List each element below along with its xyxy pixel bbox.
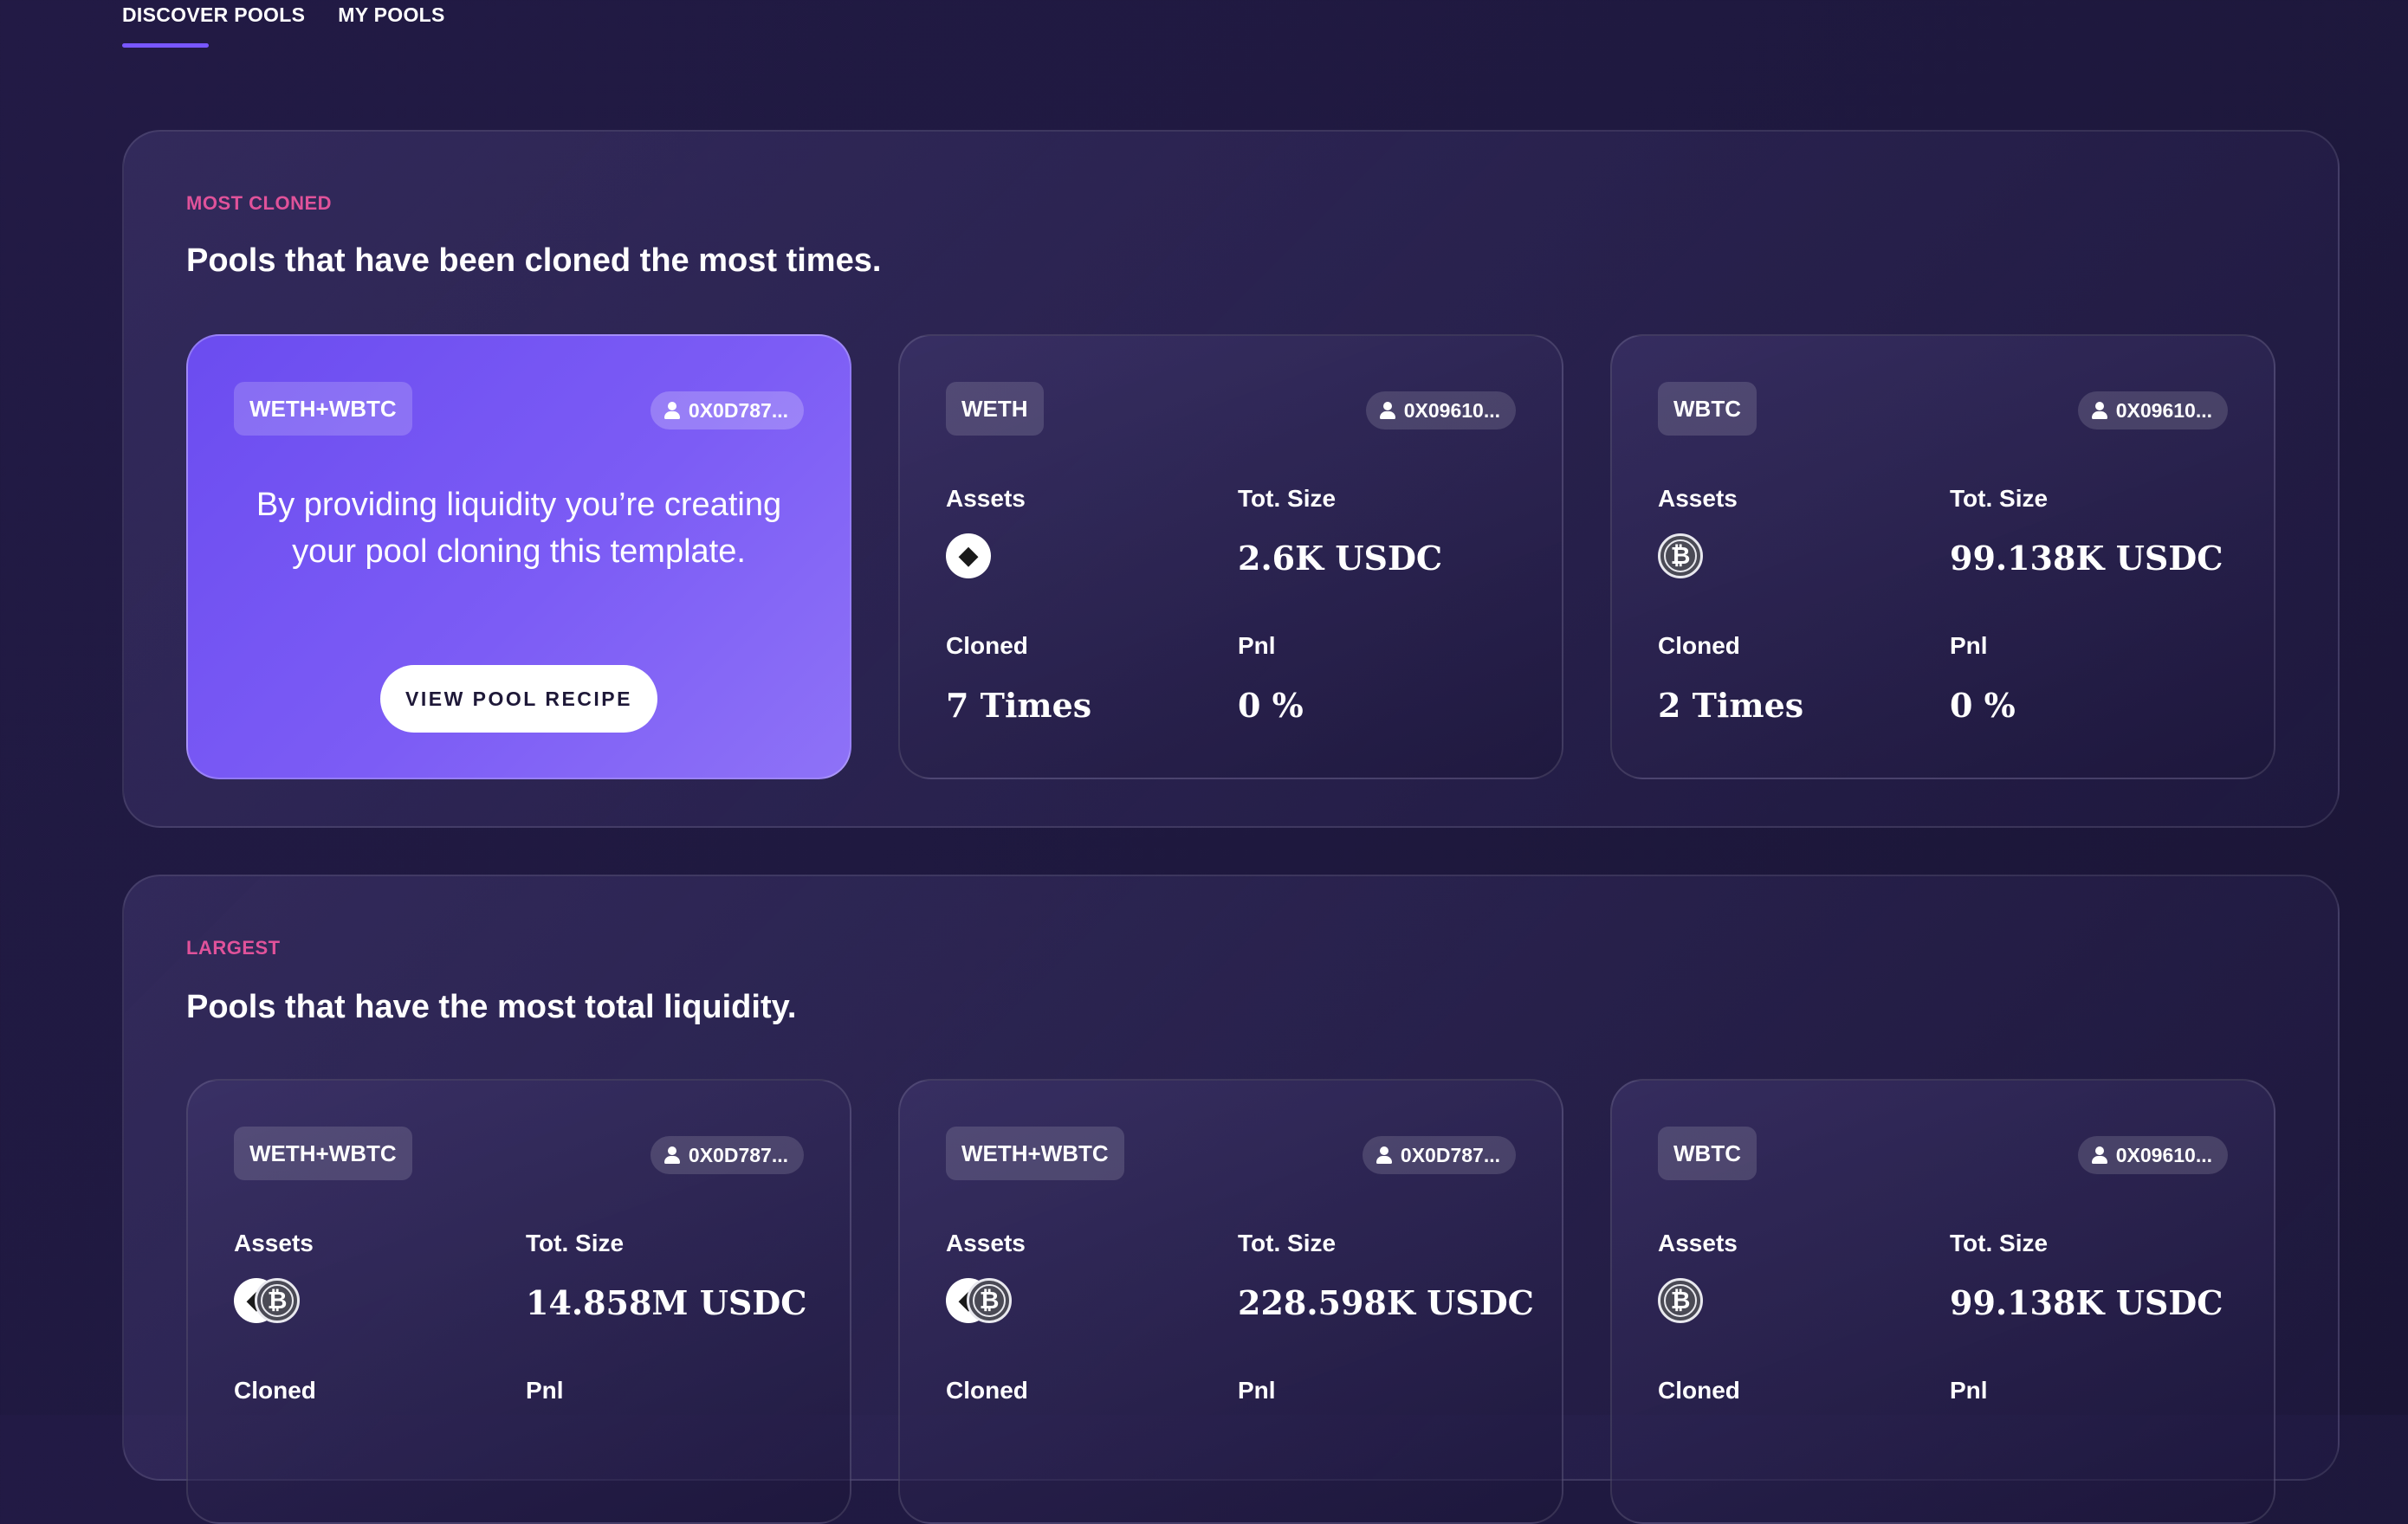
largest-section: LARGEST Pools that have the most total l… [122, 875, 2340, 1524]
assets-label: Assets [946, 1230, 1026, 1256]
user-icon [663, 402, 680, 419]
tab-discover-pools[interactable]: DISCOVER POOLS [122, 0, 305, 52]
pnl-label: Pnl [1238, 1377, 1276, 1404]
eth-icon: ◆ [946, 533, 991, 578]
pool-card[interactable]: WBTC 0X09610... Assets Tot. Size ₿ 99.13… [1610, 1079, 2275, 1524]
total-size-label: Tot. Size [1950, 1230, 2049, 1256]
pool-tabs: DISCOVER POOLS MY POOLS [122, 0, 445, 52]
pnl-value: 0 % [1238, 686, 1304, 725]
owner-badge[interactable]: 0X0D787... [650, 391, 804, 429]
pool-name-badge: WBTC [1658, 382, 1757, 436]
pool-name-badge: WETH+WBTC [946, 1127, 1124, 1180]
section-kicker: MOST CLONED [186, 192, 333, 214]
pool-name-badge: WETH+WBTC [234, 382, 412, 436]
assets-label: Assets [1658, 485, 1738, 512]
user-icon [1379, 402, 1395, 419]
total-size-label: Tot. Size [1950, 485, 2049, 512]
total-size-value: 228.598K USDC [1238, 1283, 1534, 1322]
owner-address: 0X0D787... [1400, 1143, 1500, 1166]
assets-label: Assets [1658, 1230, 1738, 1256]
owner-badge[interactable]: 0X09610... [1365, 391, 1516, 429]
pool-name-badge: WBTC [1658, 1127, 1757, 1180]
promo-text: By providing liquidity you’re creating y… [256, 487, 782, 570]
owner-badge[interactable]: 0X0D787... [650, 1136, 804, 1174]
user-icon [2091, 1146, 2107, 1164]
total-size-value: 14.858M USDC [526, 1283, 807, 1322]
pool-card-promo[interactable]: WETH+WBTC 0X0D787... By providing liquid… [186, 334, 851, 779]
pool-name-badge: WETH+WBTC [234, 1127, 412, 1180]
assets-label: Assets [234, 1230, 314, 1256]
pool-card[interactable]: WBTC 0X09610... Assets Tot. Size ₿ 99.13… [1610, 334, 2275, 779]
cloned-label: Cloned [1658, 1377, 1740, 1404]
section-title: Pools that have the most total liquidity… [186, 989, 797, 1025]
view-pool-recipe-button[interactable]: VIEW POOL RECIPE [380, 665, 657, 733]
cloned-value: 2 Times [1658, 686, 1804, 725]
pnl-value: 0 % [1950, 686, 2016, 725]
owner-address: 0X09610... [2115, 398, 2212, 422]
cloned-label: Cloned [234, 1377, 316, 1404]
total-size-value: 99.138K USDC [1950, 1283, 2224, 1322]
asset-icons: ◆ ₿ [946, 1278, 1050, 1327]
cloned-value: 7 Times [946, 686, 1092, 725]
cloned-label: Cloned [1658, 632, 1740, 659]
btc-icon: ₿ [967, 1278, 1012, 1323]
user-icon [663, 1146, 680, 1164]
total-size-label: Tot. Size [526, 1230, 625, 1256]
pool-card[interactable]: WETH+WBTC 0X0D787... Assets Tot. Size ◆ … [186, 1079, 851, 1524]
owner-badge[interactable]: 0X09610... [2077, 391, 2228, 429]
cloned-label: Cloned [946, 632, 1028, 659]
asset-icons: ◆ ₿ [234, 1278, 338, 1327]
total-size-label: Tot. Size [1238, 485, 1337, 512]
pool-card[interactable]: WETH 0X09610... Assets Tot. Size ◆ 2.6K … [898, 334, 1563, 779]
owner-address: 0X09610... [2115, 1143, 2212, 1166]
btc-icon: ₿ [1658, 533, 1703, 578]
pnl-label: Pnl [1238, 632, 1276, 659]
btc-icon: ₿ [1658, 1278, 1703, 1323]
pool-name-badge: WETH [946, 382, 1044, 436]
user-icon [1376, 1146, 1392, 1164]
tab-my-pools[interactable]: MY POOLS [338, 0, 444, 52]
btc-icon: ₿ [255, 1278, 300, 1323]
owner-badge[interactable]: 0X09610... [2077, 1136, 2228, 1174]
assets-label: Assets [946, 485, 1026, 512]
most-cloned-section: MOST CLONED Pools that have been cloned … [122, 130, 2340, 828]
owner-address: 0X09610... [1403, 398, 1500, 422]
asset-icons: ₿ [1658, 1278, 1762, 1327]
total-size-value: 99.138K USDC [1950, 539, 2224, 578]
owner-address: 0X0D787... [688, 1143, 788, 1166]
owner-address: 0X0D787... [688, 398, 788, 422]
user-icon [2091, 402, 2107, 419]
pnl-label: Pnl [1950, 1377, 1988, 1404]
total-size-value: 2.6K USDC [1238, 539, 1443, 578]
cloned-label: Cloned [946, 1377, 1028, 1404]
section-title: Pools that have been cloned the most tim… [186, 242, 882, 279]
section-kicker: LARGEST [186, 937, 281, 959]
pnl-label: Pnl [1950, 632, 1988, 659]
pool-card[interactable]: WETH+WBTC 0X0D787... Assets Tot. Size ◆ … [898, 1079, 1563, 1524]
asset-icons: ₿ [1658, 533, 1762, 582]
pnl-label: Pnl [526, 1377, 564, 1404]
total-size-label: Tot. Size [1238, 1230, 1337, 1256]
owner-badge[interactable]: 0X0D787... [1362, 1136, 1516, 1174]
asset-icons: ◆ [946, 533, 1050, 582]
